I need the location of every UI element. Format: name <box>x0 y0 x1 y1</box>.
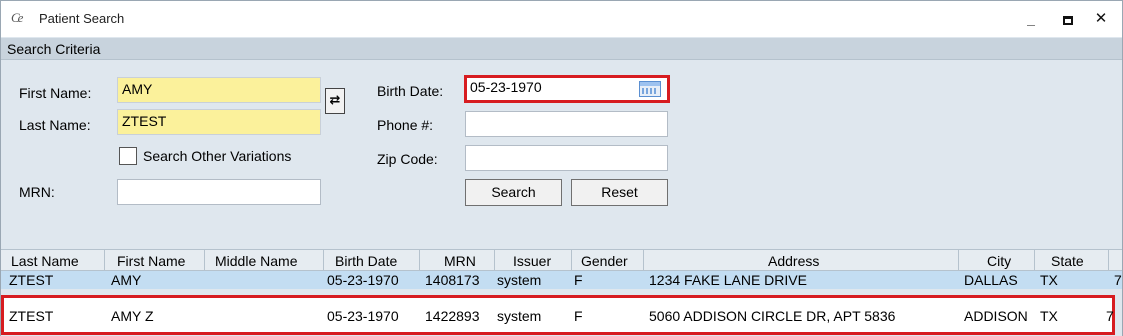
zip-code-label: Zip Code: <box>377 151 438 167</box>
last-name-label: Last Name: <box>19 117 91 133</box>
patient-search-window: Ce Patient Search _ ✕ Search Criteria Fi… <box>0 0 1123 336</box>
phone-input[interactable] <box>465 111 668 137</box>
cell-first-name: AMY <box>111 272 142 288</box>
search-other-variations-checkbox[interactable] <box>119 147 137 165</box>
col-state[interactable]: State <box>1051 251 1084 271</box>
cell-first-name: AMY Z <box>111 308 154 324</box>
search-button[interactable]: Search <box>465 179 562 206</box>
cell-last-name: ZTEST <box>9 272 54 288</box>
maximize-icon <box>1063 15 1073 25</box>
col-city[interactable]: City <box>987 251 1011 271</box>
phone-label: Phone #: <box>377 117 434 133</box>
title-bar: Ce Patient Search _ ✕ <box>1 1 1122 37</box>
cell-state: TX <box>1040 272 1058 288</box>
reset-button[interactable]: Reset <box>571 179 668 206</box>
cell-gender: F <box>574 272 583 288</box>
maximize-button[interactable] <box>1053 7 1083 31</box>
cell-city: ADDISON <box>964 308 1028 324</box>
section-title: Search Criteria <box>7 41 101 57</box>
mrn-label: MRN: <box>19 184 55 200</box>
zip-code-input[interactable] <box>465 145 668 171</box>
cell-birth-date: 05-23-1970 <box>327 308 399 324</box>
cell-extra: 7 <box>1106 308 1114 324</box>
mrn-input[interactable] <box>117 179 321 205</box>
col-mrn[interactable]: MRN <box>444 251 476 271</box>
table-row[interactable]: ZTEST AMY 05-23-1970 1408173 system F 12… <box>1 271 1122 289</box>
cell-state: TX <box>1040 308 1058 324</box>
birth-date-input[interactable]: 05-23-1970 <box>464 75 670 103</box>
col-address[interactable]: Address <box>768 251 819 271</box>
search-criteria-header: Search Criteria <box>1 38 1122 60</box>
cell-issuer: system <box>497 308 542 324</box>
cell-mrn: 1422893 <box>425 308 480 324</box>
table-row[interactable]: ZTEST AMY Z 05-23-1970 1422893 system F … <box>1 295 1115 335</box>
window-title: Patient Search <box>39 11 125 26</box>
cell-birth-date: 05-23-1970 <box>327 272 399 288</box>
cell-last-name: ZTEST <box>9 308 54 324</box>
cell-extra: 7 <box>1114 272 1122 288</box>
cell-mrn: 1408173 <box>425 272 480 288</box>
col-last-name[interactable]: Last Name <box>11 251 79 271</box>
minimize-button[interactable]: _ <box>1016 7 1046 31</box>
first-name-label: First Name: <box>19 85 92 101</box>
col-first-name[interactable]: First Name <box>117 251 185 271</box>
close-button[interactable]: ✕ <box>1086 7 1116 31</box>
cell-address: 1234 FAKE LANE DRIVE <box>649 272 807 288</box>
last-name-input[interactable]: ZTEST <box>117 109 321 135</box>
calendar-icon[interactable] <box>639 81 661 97</box>
cell-gender: F <box>574 308 583 324</box>
col-issuer[interactable]: Issuer <box>513 251 551 271</box>
col-birth-date[interactable]: Birth Date <box>335 251 397 271</box>
col-gender[interactable]: Gender <box>581 251 628 271</box>
search-variations-label: Search Other Variations <box>143 148 292 164</box>
first-name-input[interactable]: AMY <box>117 77 321 103</box>
cell-issuer: system <box>497 272 542 288</box>
birth-date-label: Birth Date: <box>377 83 444 99</box>
cell-city: DALLAS <box>964 272 1018 288</box>
birth-date-value: 05-23-1970 <box>470 79 542 95</box>
col-middle-name[interactable]: Middle Name <box>215 251 297 271</box>
swap-names-button[interactable]: ⇄ <box>325 88 345 114</box>
cell-address: 5060 ADDISON CIRCLE DR, APT 5836 <box>649 308 896 324</box>
app-logo-icon: Ce <box>11 10 24 25</box>
